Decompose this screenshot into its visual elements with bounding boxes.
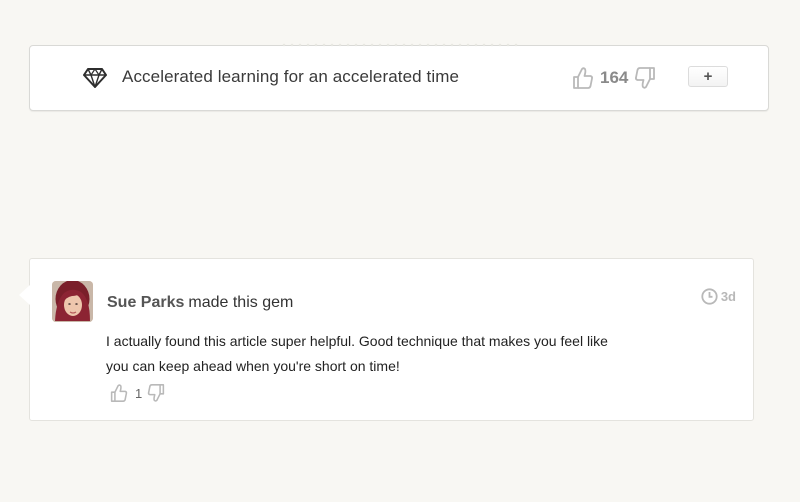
thumbs-down-icon[interactable] — [147, 383, 165, 403]
decorative-dots — [280, 43, 520, 47]
thumbs-up-icon[interactable] — [572, 66, 594, 90]
comment-body-line: I actually found this article super help… — [106, 333, 608, 349]
gem-vote-count: 164 — [600, 68, 629, 87]
timestamp: 3d — [701, 288, 736, 305]
avatar[interactable] — [52, 281, 93, 322]
gem-vote-group: 164 — [572, 64, 656, 92]
gem-icon — [83, 67, 107, 90]
comment-header: Sue Parks made this gem — [107, 294, 293, 312]
gem-card: Accelerated learning for an accelerated … — [29, 43, 769, 111]
add-button[interactable]: + — [688, 66, 728, 87]
comment-action-text: made this gem — [188, 294, 294, 311]
comment-body-line: you can keep ahead when you're short on … — [106, 358, 400, 374]
time-ago: 3d — [720, 289, 736, 304]
author-name[interactable]: Sue Parks — [107, 294, 184, 311]
comment-vote-count: 1 — [135, 385, 143, 401]
clock-icon — [701, 288, 718, 305]
comment-pointer — [19, 285, 30, 305]
thumbs-up-icon[interactable] — [110, 383, 128, 403]
comment-card: Sue Parks made this gem 3d I actually fou… — [19, 258, 754, 421]
gem-title[interactable]: Accelerated learning for an accelerated … — [122, 67, 459, 87]
thumbs-down-icon[interactable] — [634, 66, 656, 90]
comment-vote-group: 1 — [110, 383, 165, 403]
comment-body: I actually found this article super help… — [106, 329, 666, 379]
